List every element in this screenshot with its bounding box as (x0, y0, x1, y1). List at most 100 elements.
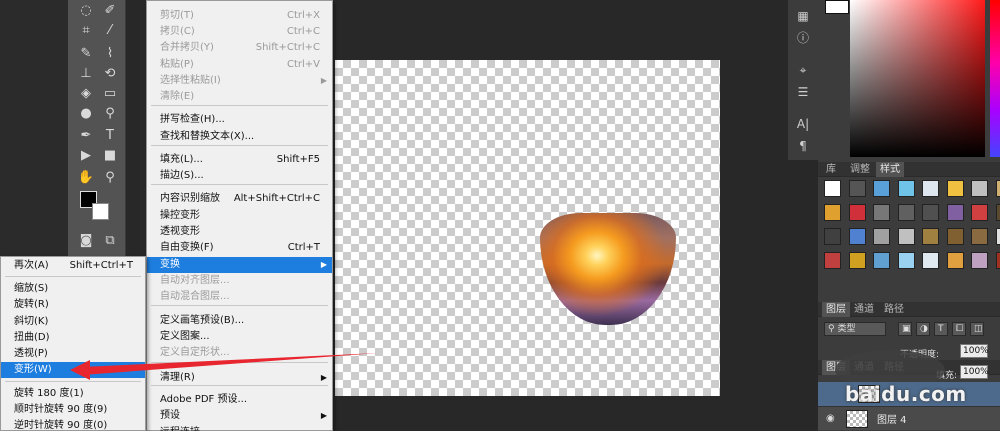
eraser-tool-icon[interactable]: ◈ (76, 85, 96, 102)
fill-field[interactable]: 100% (960, 365, 989, 379)
style-swatch[interactable] (971, 180, 988, 197)
quick-selection-tool-icon[interactable]: ✐ (100, 2, 120, 19)
style-swatch[interactable] (848, 228, 866, 245)
lasso-tool-icon[interactable]: ◌ (76, 2, 96, 19)
layer-kind-filter[interactable]: ⚲ 类型 (824, 322, 886, 336)
dodge-tool-icon[interactable]: ⚲ (100, 105, 120, 122)
edit-menu-item[interactable]: 定义画笔预设(B)... (147, 313, 332, 329)
type-filter-icon[interactable]: T (934, 322, 948, 336)
crop-tool-icon[interactable]: ⌗ (76, 22, 96, 39)
tab-styles[interactable]: 样式 (876, 162, 904, 177)
style-swatch[interactable] (873, 204, 890, 221)
current-color-chip[interactable] (825, 0, 849, 14)
style-swatch[interactable] (995, 204, 1000, 221)
style-swatch[interactable] (873, 252, 890, 269)
style-swatch[interactable] (946, 228, 964, 245)
rectangle-tool-icon[interactable]: ■ (100, 147, 120, 164)
brush-panel-icon[interactable]: ⌖ (794, 62, 812, 78)
edit-menu-item[interactable]: 预设 ▶ (147, 408, 332, 424)
screen-mode-icon[interactable]: ⧉ (100, 232, 120, 249)
eyedropper-tool-icon[interactable]: ⁄ (100, 22, 120, 39)
tab-adjustments[interactable]: 调整 (846, 162, 874, 177)
properties-panel-icon[interactable]: ☰ (794, 84, 812, 100)
edit-menu-item[interactable]: 自由变换(F) Ctrl+T (147, 240, 332, 256)
edit-menu-item[interactable]: 填充(L)... Shift+F5 (147, 152, 332, 168)
style-swatch[interactable] (824, 252, 841, 269)
history-brush-icon[interactable]: ⟲ (100, 65, 120, 82)
edit-menu-item[interactable]: 清理(R) ▶ (147, 370, 332, 386)
smart-object-filter-icon[interactable]: ◫ (970, 322, 984, 336)
style-swatch[interactable] (946, 180, 964, 197)
style-swatch[interactable] (995, 180, 1000, 197)
clone-stamp-icon[interactable]: ⊥ (76, 65, 96, 82)
character-panel-icon[interactable]: A| (794, 116, 812, 132)
quick-mask-icon[interactable]: ◙ (76, 232, 96, 249)
style-swatch[interactable] (824, 228, 841, 245)
style-swatch[interactable] (848, 252, 866, 269)
pen-tool-icon[interactable]: ✒ (76, 127, 96, 144)
edit-menu-item[interactable]: 查找和替换文本(X)... (147, 129, 332, 145)
transform-submenu-item[interactable]: 扭曲(D) (1, 330, 145, 346)
transform-submenu-item[interactable]: 顺时针旋转 90 度(9) (1, 402, 145, 418)
visibility-eye-icon[interactable]: ◉ (826, 413, 835, 424)
hand-tool-icon[interactable]: ✋ (76, 169, 96, 186)
layer-row[interactable]: ◉ (818, 406, 1000, 430)
style-swatch[interactable] (971, 204, 988, 221)
edit-menu-item[interactable]: 透视变形 (147, 224, 332, 240)
adjustment-filter-icon[interactable]: ◑ (916, 322, 930, 336)
tab-libraries[interactable]: 库 (822, 162, 840, 177)
edit-menu-item[interactable]: 内容识别缩放 Alt+Shift+Ctrl+C (147, 191, 332, 207)
blur-tool-icon[interactable]: ● (76, 105, 96, 122)
style-swatch[interactable] (946, 252, 964, 269)
transform-submenu-item[interactable]: 变形(W) (1, 362, 145, 378)
transform-submenu-item[interactable]: 再次(A) Shift+Ctrl+T (1, 258, 145, 274)
hue-slider[interactable] (990, 0, 1000, 157)
transform-submenu-item[interactable]: 旋转(R) (1, 297, 145, 313)
tab-channels[interactable]: 通道 (850, 302, 878, 317)
paragraph-panel-icon[interactable]: ¶ (794, 138, 812, 154)
path-selection-icon[interactable]: ▶ (76, 147, 96, 164)
transform-submenu-item[interactable]: 透视(P) (1, 346, 145, 362)
healing-brush-icon[interactable]: ✎ (76, 45, 96, 62)
style-swatch[interactable] (897, 228, 915, 245)
style-swatch[interactable] (971, 228, 988, 245)
style-swatch[interactable] (897, 180, 915, 197)
style-swatch[interactable] (922, 204, 939, 221)
edit-menu-item[interactable]: 描边(S)... (147, 168, 332, 184)
edit-menu-item[interactable]: 操控变形 (147, 208, 332, 224)
brush-tool-icon[interactable]: ⌇ (100, 45, 120, 62)
style-swatch[interactable] (848, 180, 866, 197)
history-panel-icon[interactable]: ▦ (794, 8, 812, 24)
edit-menu-item[interactable]: 变换 ▶ (147, 257, 332, 273)
transform-submenu-item[interactable]: 旋转 180 度(1) (1, 386, 145, 402)
style-swatch[interactable] (873, 180, 890, 197)
edit-menu-item[interactable]: 拼写检查(H)... (147, 112, 332, 128)
layer-name[interactable]: 图层 4 (877, 411, 907, 426)
edit-menu-item[interactable]: Adobe PDF 预设... (147, 392, 332, 408)
style-swatch[interactable] (922, 180, 939, 197)
style-swatch[interactable] (946, 204, 964, 221)
style-swatch[interactable] (848, 204, 866, 221)
opacity-field[interactable]: 100% (960, 344, 989, 358)
style-swatch[interactable] (971, 252, 988, 269)
edit-menu-item[interactable]: 定义图案... (147, 329, 332, 345)
style-swatch[interactable] (897, 204, 915, 221)
type-tool-icon[interactable]: T (100, 127, 120, 144)
style-swatch[interactable] (922, 228, 939, 245)
style-swatch[interactable] (995, 252, 1000, 269)
tab-layers[interactable]: 图层 (822, 302, 850, 317)
transform-submenu-item[interactable]: 斜切(K) (1, 314, 145, 330)
style-swatch[interactable] (873, 228, 890, 245)
edit-menu-item[interactable]: 远程连接... (147, 425, 332, 431)
background-color-swatch[interactable] (92, 203, 109, 220)
shape-filter-icon[interactable]: ⧠ (952, 322, 966, 336)
transform-submenu-item[interactable]: 缩放(S) (1, 281, 145, 297)
image-filter-icon[interactable]: ▣ (898, 322, 912, 336)
info-panel-icon[interactable]: ⓘ (794, 30, 812, 46)
transform-submenu-item[interactable]: 逆时针旋转 90 度(0) (1, 418, 145, 431)
style-swatch[interactable] (922, 252, 939, 269)
zoom-tool-icon[interactable]: ⚲ (100, 169, 120, 186)
style-swatch[interactable] (824, 180, 841, 197)
style-swatch[interactable] (824, 204, 841, 221)
style-swatch[interactable] (897, 252, 915, 269)
